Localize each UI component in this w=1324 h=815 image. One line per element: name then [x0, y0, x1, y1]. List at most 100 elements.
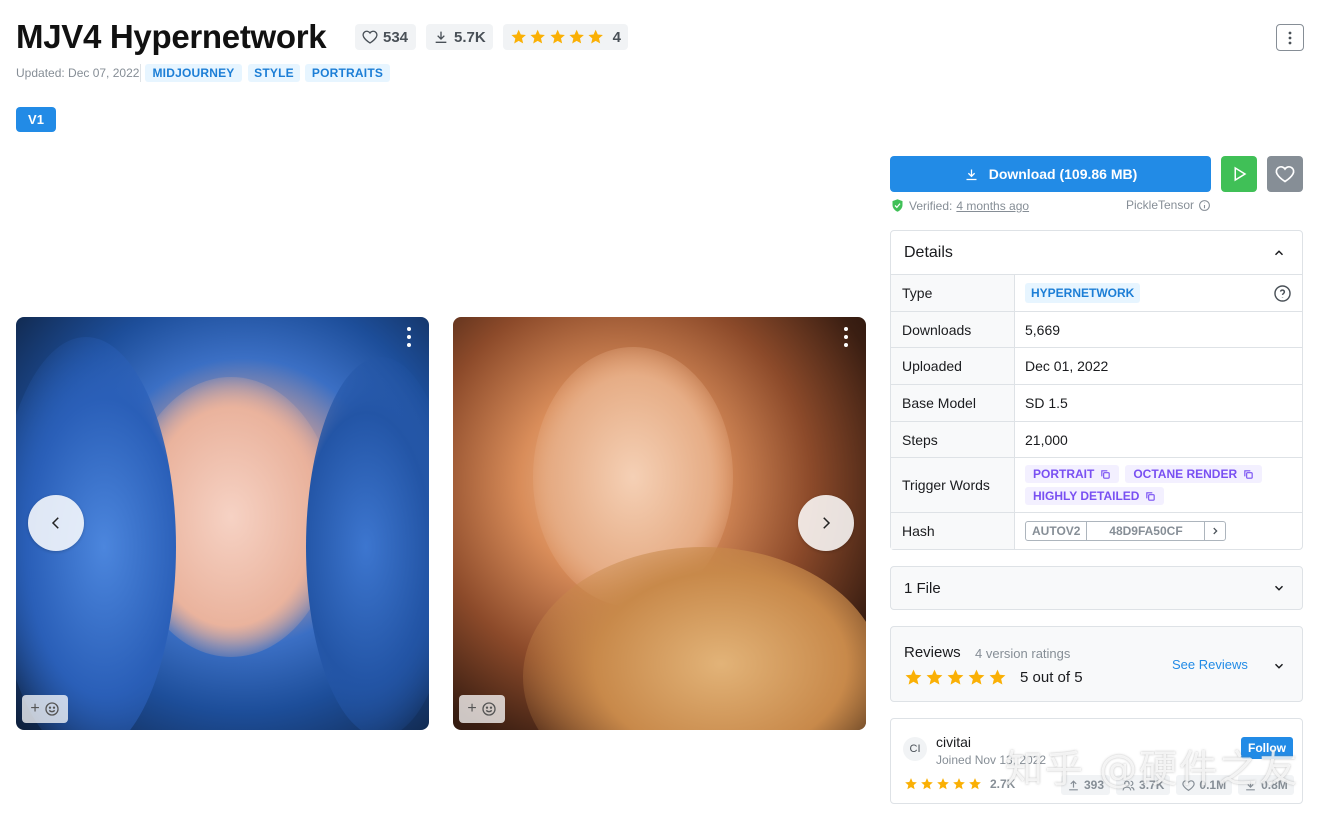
- likes-count: 534: [383, 28, 409, 46]
- detail-label: Base Model: [891, 385, 1015, 421]
- star-icon: [989, 669, 1006, 685]
- verified-label: Verified:: [909, 198, 953, 213]
- detail-label: Trigger Words: [891, 458, 1015, 512]
- chevron-down-icon: [1274, 585, 1284, 591]
- pickle-label: PickleTensor: [1126, 198, 1195, 212]
- reviews-stars: [904, 668, 1007, 687]
- star-icon: [937, 778, 949, 790]
- plus-icon: +: [467, 700, 477, 717]
- star-icon: [947, 669, 964, 685]
- star-icon: [969, 778, 981, 790]
- detail-row-type: Type HYPERNETWORK: [891, 275, 1302, 312]
- trigger-word-label: HIGHLY DETAILED: [1033, 489, 1140, 503]
- trigger-word-label: PORTRAIT: [1033, 467, 1095, 481]
- add-reaction-button[interactable]: +: [459, 695, 505, 723]
- shield-check-icon: [892, 199, 903, 212]
- trigger-word-badge[interactable]: PORTRAIT: [1025, 465, 1120, 483]
- detail-label: Downloads: [891, 312, 1015, 347]
- heart-icon: [1275, 165, 1295, 183]
- detail-label: Hash: [891, 513, 1015, 549]
- chevron-down-icon[interactable]: [1272, 659, 1286, 673]
- detail-label: Uploaded: [891, 348, 1015, 384]
- copy-icon: [1101, 469, 1111, 479]
- detail-value: Dec 01, 2022: [1025, 358, 1109, 374]
- chevron-right-icon: [823, 517, 831, 529]
- details-title: Details: [904, 243, 953, 261]
- image-menu-button[interactable]: [838, 325, 854, 349]
- verified-status: Verified: 4 months ago: [890, 198, 1029, 213]
- detail-value: 21,000: [1025, 431, 1068, 448]
- avatar[interactable]: CI: [903, 737, 927, 761]
- watermark: 知乎 @硬件之友: [1005, 747, 1300, 791]
- creator-name[interactable]: civitai: [936, 734, 971, 750]
- files-panel[interactable]: 1 File: [890, 566, 1303, 610]
- star-icon: [905, 778, 917, 790]
- image-menu-button[interactable]: [401, 325, 417, 349]
- hash-next-button[interactable]: [1205, 522, 1225, 540]
- verified-time-link[interactable]: 4 months ago: [956, 199, 1029, 213]
- help-icon[interactable]: [1273, 284, 1292, 303]
- type-badge: HYPERNETWORK: [1025, 283, 1141, 303]
- heart-icon: [362, 30, 378, 44]
- tag-midjourney[interactable]: MIDJOURNEY: [145, 64, 242, 82]
- reviews-subtitle: 4 version ratings: [975, 646, 1071, 661]
- trigger-word-badge[interactable]: OCTANE RENDER: [1125, 465, 1263, 483]
- details-header[interactable]: Details: [891, 231, 1302, 275]
- hash-value[interactable]: 48D9FA50CF: [1087, 522, 1206, 540]
- download-icon: [435, 31, 447, 43]
- star-icon: [926, 669, 943, 685]
- star-icon: [588, 29, 604, 44]
- more-vertical-icon: [1288, 31, 1292, 44]
- star-icon: [550, 29, 565, 44]
- add-reaction-button[interactable]: +: [22, 695, 68, 723]
- hash-selector[interactable]: AUTOV2 48D9FA50CF: [1025, 521, 1227, 541]
- star-icon: [968, 669, 985, 685]
- reviews-title: Reviews: [904, 644, 961, 661]
- downloads-stat: 5.7K: [426, 24, 493, 50]
- version-button[interactable]: V1: [16, 107, 56, 132]
- tag-portraits[interactable]: PORTRAITS: [305, 64, 390, 82]
- files-label: 1 File: [904, 579, 941, 597]
- reviews-score: 5 out of 5: [1020, 669, 1083, 686]
- info-icon[interactable]: [1198, 199, 1211, 212]
- see-reviews-link[interactable]: See Reviews: [1172, 657, 1248, 672]
- trigger-word-label: OCTANE RENDER: [1133, 467, 1238, 481]
- downloads-count: 5.7K: [454, 28, 486, 46]
- detail-label: Steps: [891, 422, 1015, 457]
- carousel-prev-button[interactable]: [28, 495, 84, 551]
- more-menu-button[interactable]: [1276, 24, 1304, 51]
- hair-shape: [306, 357, 429, 730]
- play-icon: [1234, 166, 1247, 182]
- chevron-left-icon: [51, 517, 59, 529]
- detail-row-base-model: Base Model SD 1.5: [891, 385, 1302, 422]
- tag-style[interactable]: STYLE: [248, 64, 300, 82]
- chevron-right-icon: [1213, 527, 1219, 535]
- detail-row-uploaded: Uploaded Dec 01, 2022: [891, 348, 1302, 385]
- star-icon: [921, 778, 933, 790]
- divider: [140, 64, 141, 82]
- likes-stat: 534: [355, 24, 416, 50]
- plus-icon: +: [30, 700, 40, 717]
- reviews-panel[interactable]: Reviews 4 version ratings 5 out of 5 See…: [890, 626, 1303, 702]
- run-button[interactable]: [1221, 156, 1257, 192]
- detail-row-steps: Steps 21,000: [891, 422, 1302, 458]
- hash-type[interactable]: AUTOV2: [1026, 522, 1088, 540]
- detail-label: Type: [891, 275, 1015, 311]
- download-label: Download (109.86 MB): [988, 166, 1138, 182]
- chevron-up-icon: [1274, 249, 1284, 255]
- detail-value: 5,669: [1025, 321, 1061, 338]
- star-icon: [530, 29, 546, 44]
- download-button[interactable]: Download (109.86 MB): [890, 156, 1211, 192]
- trigger-word-badge[interactable]: HIGHLY DETAILED: [1025, 487, 1165, 505]
- download-icon: [966, 169, 977, 180]
- creator-rating: 2.7K: [904, 777, 1015, 791]
- detail-value: SD 1.5: [1025, 395, 1068, 411]
- updated-date: Updated: Dec 07, 2022: [16, 66, 140, 80]
- trigger-words-list: PORTRAIT OCTANE RENDER HIGHLY DETAILED: [1025, 465, 1275, 505]
- star-icon: [905, 669, 922, 685]
- carousel-next-button[interactable]: [798, 495, 854, 551]
- copy-icon: [1244, 469, 1253, 479]
- favorite-button[interactable]: [1267, 156, 1303, 192]
- star-icon: [511, 29, 526, 44]
- copy-icon: [1146, 491, 1156, 501]
